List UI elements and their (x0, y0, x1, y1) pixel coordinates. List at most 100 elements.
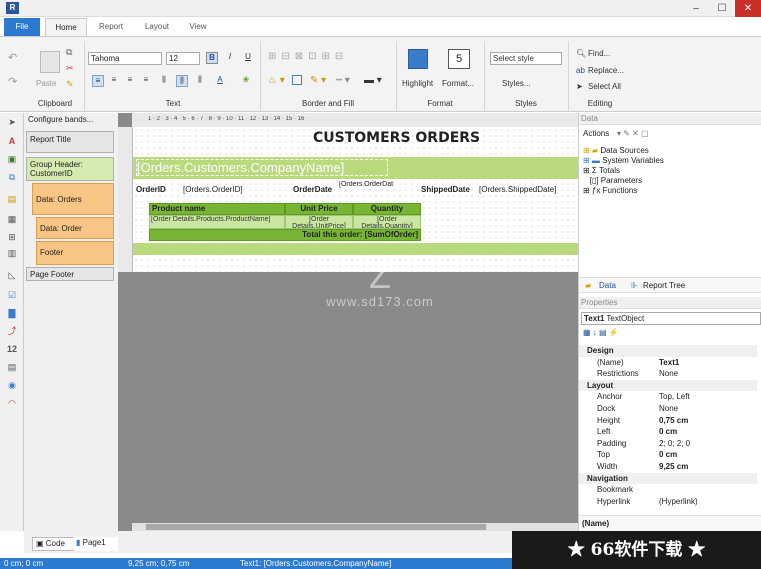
orderdate-label[interactable]: OrderDate (293, 185, 332, 194)
column-unit-price[interactable]: Unit Price (285, 203, 353, 215)
replace-button[interactable]: Replace... (588, 66, 624, 75)
map-icon[interactable]: ◉ (6, 379, 18, 391)
tree-item-system-variables[interactable]: ⊞ ▬ System Variables (583, 156, 664, 165)
tree-item-data-sources[interactable]: ⊞ ▰ Data Sources (583, 146, 664, 155)
gauge-icon[interactable]: ◠ (6, 397, 18, 409)
company-name-text[interactable]: [Orders.Customers.CompanyName] (136, 159, 388, 176)
format-painter-icon[interactable]: ✎ (66, 79, 74, 90)
band-report-title[interactable]: Report Title (26, 131, 114, 153)
valign-top-icon[interactable]: ⫼ (158, 75, 170, 87)
highlight-button[interactable]: Highlight (402, 79, 433, 88)
line-width-icon[interactable]: ▬ ▾ (364, 75, 382, 86)
property-row[interactable]: Height 0,75 cm (579, 415, 757, 427)
redo-icon[interactable]: ↷ (8, 75, 17, 88)
band-footer[interactable]: Footer (36, 241, 114, 265)
object-selector[interactable]: Text1 TextObject (581, 312, 761, 325)
total-order-text[interactable]: Total this order: [SumOfOrder] (149, 229, 421, 241)
horizontal-scrollbar[interactable] (132, 523, 578, 531)
barcode-icon[interactable]: ▥ (6, 247, 18, 259)
line-style-icon[interactable]: ┅ ▾ (336, 75, 350, 86)
checkbox-icon[interactable]: ☑ (6, 289, 18, 301)
tree-item-totals[interactable]: ⊞ Σ Totals (583, 166, 664, 175)
maximize-button[interactable]: ☐ (709, 0, 735, 17)
chart-icon[interactable]: ▇ (6, 307, 18, 319)
property-row[interactable]: Restrictions None (579, 368, 757, 380)
property-row[interactable]: Hyperlink (Hyperlink) (579, 496, 757, 508)
column-quantity[interactable]: Quantity (353, 203, 421, 215)
find-button[interactable]: Find... (588, 49, 610, 58)
matrix-icon[interactable]: ⊞ (6, 231, 18, 243)
tab-layout[interactable]: Layout (138, 18, 176, 36)
properties-toolbar-icons[interactable]: ▦ ↓ ▤ ⚡ (583, 328, 619, 337)
property-category[interactable]: Layout (579, 379, 757, 392)
tab-home[interactable]: Home (45, 18, 87, 36)
tab-view[interactable]: View (182, 18, 214, 36)
tab-page1[interactable]: ▮ Page1 (74, 537, 118, 551)
property-row[interactable]: Left 0 cm (579, 426, 757, 438)
format-button[interactable]: Format... (442, 79, 474, 88)
select-all-icon[interactable]: ➤ (576, 82, 583, 91)
actions-menu[interactable]: Actions (583, 129, 609, 138)
fill-color-icon[interactable]: ♨ ▾ (268, 75, 285, 86)
border-lines-icons[interactable]: ⊞⊟⊠⊡⊞⊟ (268, 51, 384, 63)
border-color-icon[interactable] (292, 75, 302, 85)
align-center-icon[interactable]: ≡ (108, 75, 120, 87)
picture-icon[interactable]: ▣ (6, 153, 18, 165)
undo-icon[interactable]: ↶ (8, 51, 17, 64)
tree-item-functions[interactable]: ⊞ ƒx Functions (583, 186, 664, 195)
sparkline-icon[interactable]: ⤴ (6, 325, 18, 337)
tab-report[interactable]: Report (92, 18, 130, 36)
line-color-icon[interactable]: ✎ ▾ (310, 75, 326, 86)
paste-button[interactable]: Paste (36, 79, 56, 88)
table-icon[interactable]: ▦ (6, 213, 18, 225)
property-category[interactable]: Navigation (579, 472, 757, 485)
cellular-text-icon[interactable]: ▤ (6, 361, 18, 373)
configure-bands-button[interactable]: Configure bands... (28, 115, 93, 124)
band-data-order[interactable]: Data: Order (36, 217, 114, 239)
bold-button[interactable]: B (206, 52, 218, 64)
orderid-value[interactable]: [Orders.OrderID] (183, 185, 243, 194)
shipped-label[interactable]: ShippedDate (421, 185, 470, 194)
tab-code[interactable]: ▣ Code (32, 537, 80, 551)
underline-button[interactable]: U (242, 52, 254, 64)
orderdate-value[interactable]: [Orders.OrderDat (339, 181, 403, 188)
close-button[interactable]: ✕ (735, 0, 761, 17)
orderid-label[interactable]: OrderID (136, 185, 166, 194)
font-name-select[interactable]: Tahoma (88, 52, 162, 65)
font-color-icon[interactable]: A (214, 75, 226, 87)
minimize-button[interactable]: – (683, 0, 709, 17)
property-row[interactable]: Width 9,25 cm (579, 461, 757, 473)
tab-data[interactable]: Data (599, 281, 616, 290)
report-title-text[interactable]: CUSTOMERS ORDERS (313, 130, 480, 146)
find-icon[interactable]: 🔍︎ (576, 49, 586, 58)
paste-icon[interactable] (40, 51, 60, 73)
text-object-icon[interactable]: A (6, 135, 18, 147)
zip-code-icon[interactable]: 12 (6, 343, 18, 355)
tree-item-parameters[interactable]: [▯] Parameters (583, 176, 664, 185)
tab-report-tree[interactable]: Report Tree (643, 281, 685, 290)
band-icon[interactable]: ⧉ (6, 171, 18, 183)
copy-icon[interactable]: ⧉ (66, 47, 72, 58)
italic-button[interactable]: I (224, 52, 236, 64)
band-group-header[interactable]: Group Header: CustomerID (26, 157, 114, 181)
band-data-orders[interactable]: Data: Orders (32, 183, 114, 215)
style-select[interactable]: Select style (490, 52, 562, 65)
format-icon[interactable]: 5 (448, 49, 470, 69)
column-product-name[interactable]: Product name (149, 203, 285, 215)
pointer-icon[interactable]: ➤ (6, 116, 18, 128)
valign-bottom-icon[interactable]: ⫼ (194, 75, 206, 87)
actions-toolbar-icons[interactable]: ▾ ✎ ✕ ▢ (617, 129, 649, 138)
cell-quantity[interactable]: [Order Details.Quantity] (353, 215, 421, 229)
band-page-footer[interactable]: Page Footer (26, 267, 114, 281)
highlight-icon[interactable] (408, 49, 428, 69)
select-all-button[interactable]: Select All (588, 82, 621, 91)
property-row[interactable]: Anchor Top, Left (579, 391, 757, 403)
property-row[interactable]: (Name) Text1 (579, 357, 757, 369)
scrollbar-thumb[interactable] (146, 524, 486, 530)
cell-product-name[interactable]: [Order Details.Products.ProductName] (149, 215, 285, 229)
align-right-icon[interactable]: ≡ (124, 75, 136, 87)
styles-button[interactable]: Styles... (502, 79, 530, 88)
valign-center-icon[interactable]: ⫼ (176, 75, 188, 87)
cell-unit-price[interactable]: [Order Details.UnitPrice] (285, 215, 353, 229)
property-row[interactable]: Top 0 cm (579, 449, 757, 461)
